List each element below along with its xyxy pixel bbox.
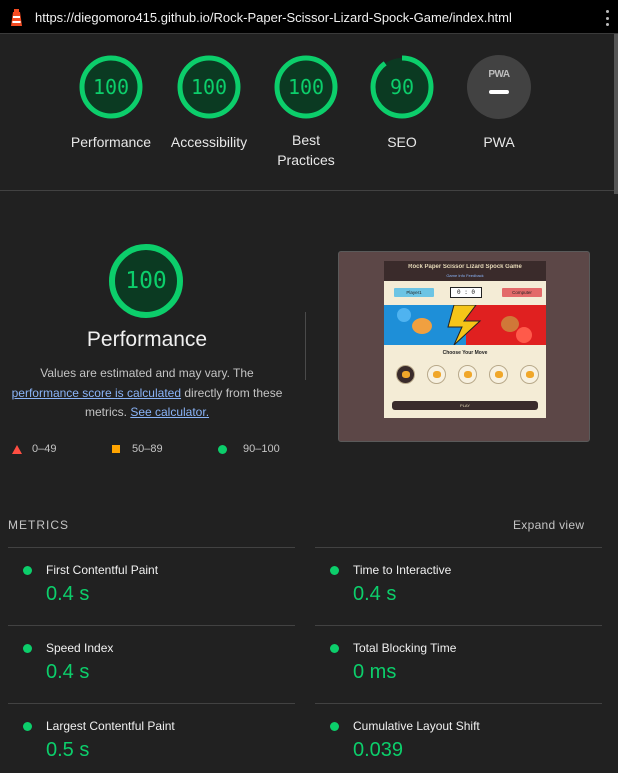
gauge-label: SEO [387, 134, 417, 150]
game-preview: Rock Paper Scissor Lizard Spock Game Gam… [384, 261, 546, 418]
metric-name: Largest Contentful Paint [46, 719, 175, 733]
pass-circle-icon [330, 722, 339, 731]
gauge-pwa[interactable]: PWA PWA [449, 54, 549, 152]
metric-value: 0.5 s [46, 739, 90, 761]
lighthouse-icon [11, 9, 22, 26]
gauge-label: Best Practices [277, 132, 335, 168]
lizard-option-icon [489, 365, 508, 384]
metrics-heading: METRICS [8, 518, 69, 532]
metric-value: 0.4 s [353, 583, 397, 605]
gauge-label: Accessibility [170, 134, 248, 150]
metric-name: Total Blocking Time [353, 641, 457, 655]
metric-value: 0 ms [353, 661, 397, 683]
rock-option-icon [396, 365, 415, 384]
metric-time-to-interactive: Time to Interactive 0.4 s [315, 547, 602, 625]
gauge-ring: 100 [273, 54, 339, 120]
see-calculator-link[interactable]: See calculator. [130, 405, 209, 419]
score-gauges: 100 Performance 100 Accessibility 100 Be… [0, 54, 618, 184]
metric-speed-index: Speed Index 0.4 s [8, 625, 295, 703]
pass-circle-icon [330, 644, 339, 653]
score-legend: 0–49 50–89 90–100 [0, 442, 300, 456]
gauge-score: 100 [190, 75, 228, 99]
gauge-score: 90 [389, 75, 415, 99]
gauge-ring: 100 [78, 54, 144, 120]
metric-largest-contentful-paint: Largest Contentful Paint 0.5 s [8, 703, 295, 773]
vertical-divider [305, 312, 306, 380]
play-button: PLAY [392, 401, 538, 410]
metric-value: 0.4 s [46, 583, 90, 605]
performance-score: 100 [125, 268, 167, 294]
metric-value: 0.4 s [46, 661, 90, 683]
paper-option-icon [427, 365, 446, 384]
gauge-best-practices[interactable]: 100 Best Practices [256, 54, 356, 170]
gauge-accessibility[interactable]: 100 Accessibility [159, 54, 259, 152]
pass-circle-icon [23, 644, 32, 653]
gauge-performance[interactable]: 100 Performance [61, 54, 161, 152]
triangle-icon [12, 445, 22, 454]
choose-move-label: Choose Your Move [442, 350, 488, 356]
metric-first-contentful-paint: First Contentful Paint 0.4 s [8, 547, 295, 625]
url-text[interactable]: https://diegomoro415.github.io/Rock-Pape… [35, 10, 512, 25]
metric-name: Speed Index [46, 641, 114, 655]
metric-name: Cumulative Layout Shift [353, 719, 480, 733]
pwa-badge-icon: PWA [467, 55, 531, 119]
final-screenshot[interactable]: Rock Paper Scissor Lizard Spock Game Gam… [338, 251, 590, 442]
gauge-score: 100 [287, 75, 325, 99]
score-display: 0 : 0 [450, 287, 482, 298]
square-icon [112, 445, 120, 453]
gauge-label: PWA [483, 134, 515, 150]
pass-circle-icon [23, 722, 32, 731]
computer-label: Computer [502, 288, 542, 297]
scissor-option-icon [458, 365, 477, 384]
performance-description: Values are estimated and may vary. The p… [11, 366, 283, 419]
metric-name: Time to Interactive [353, 563, 452, 577]
gauge-seo[interactable]: 90 SEO [352, 54, 452, 152]
gauge-score: 100 [92, 75, 130, 99]
url-bar[interactable]: https://diegomoro415.github.io/Rock-Pape… [0, 0, 618, 34]
pass-circle-icon [23, 566, 32, 575]
player-label: Player1 [394, 288, 434, 297]
performance-title: Performance [86, 328, 208, 351]
gauge-ring: 100 [176, 54, 242, 120]
divider [0, 190, 614, 191]
gauge-ring: 90 [369, 54, 435, 120]
metric-name: First Contentful Paint [46, 563, 159, 577]
circle-icon [218, 445, 227, 454]
pass-circle-icon [330, 566, 339, 575]
metric-value: 0.039 [353, 739, 404, 761]
game-title: Rock Paper Scissor Lizard Spock Game [408, 264, 522, 270]
expand-view-button[interactable]: Expand view [513, 518, 584, 532]
gauge-label: Performance [70, 134, 152, 150]
metric-cumulative-layout-shift: Cumulative Layout Shift 0.039 [315, 703, 602, 773]
performance-gauge: 100 [108, 243, 184, 319]
kebab-menu-icon[interactable] [606, 10, 610, 26]
score-calculated-link[interactable]: performance score is calculated [12, 386, 181, 400]
metric-total-blocking-time: Total Blocking Time 0 ms [315, 625, 602, 703]
spock-option-icon [520, 365, 539, 384]
fist-banner-image [384, 305, 546, 345]
game-subtitle: Game Info Feedback [446, 273, 484, 278]
